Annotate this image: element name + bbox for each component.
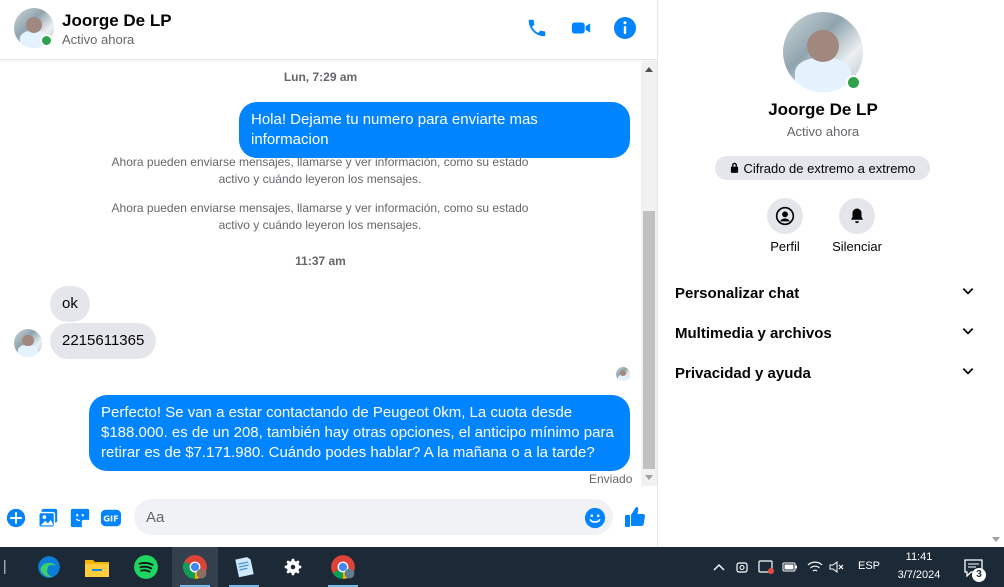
clock-date[interactable]: 3/7/2024 [889, 569, 949, 581]
info-contact-name: Joorge De LP [768, 100, 878, 119]
contact-status: Activo ahora [62, 32, 135, 47]
wifi-icon[interactable] [807, 559, 823, 575]
conversation-info-panel: Joorge De LP Activo ahora Cifrado de ext… [658, 0, 988, 547]
system-message: Ahora pueden enviarse mensajes, llamarse… [111, 201, 529, 232]
mute-label: Silenciar [832, 239, 882, 254]
system-message: Ahora pueden enviarse mensajes, llamarse… [111, 155, 529, 186]
screen-capture-icon[interactable] [758, 559, 774, 575]
chrome-profile-icon[interactable] [320, 547, 366, 587]
seen-receipt-avatar [616, 367, 630, 381]
battery-icon[interactable] [782, 559, 798, 575]
thumbs-up-icon[interactable] [623, 505, 647, 529]
gif-icon[interactable]: GIF [100, 507, 122, 529]
incoming-message[interactable]: ok [50, 286, 90, 322]
message-list[interactable]: Lun, 7:29 am Hola! Dejame tu numero para… [0, 61, 641, 486]
chat-header: Joorge De LP Activo ahora [0, 0, 657, 60]
sticker-icon[interactable] [69, 507, 91, 529]
chevron-up-icon[interactable] [711, 559, 727, 575]
sent-status: Enviado [589, 472, 633, 486]
message-input[interactable] [134, 499, 613, 535]
volume-muted-icon[interactable] [829, 559, 845, 575]
scroll-down-arrow-icon[interactable] [645, 475, 653, 480]
chrome-icon[interactable] [172, 547, 218, 587]
incoming-message[interactable]: 2215611365 [50, 323, 157, 359]
info-contact-status: Activo ahora [786, 124, 860, 139]
bell-icon [851, 208, 863, 224]
section-media-files[interactable]: Multimedia y archivos [675, 318, 975, 348]
chevron-down-icon [961, 284, 975, 302]
section-label: Multimedia y archivos [675, 324, 832, 342]
e2e-encryption-badge[interactable]: Cifrado de extremo a extremo [715, 156, 930, 180]
scroll-thumb[interactable] [643, 211, 655, 469]
outgoing-message[interactable]: Perfecto! Se van a estar contactando de … [89, 395, 630, 471]
meet-now-icon[interactable] [734, 559, 750, 575]
info-icon[interactable] [613, 16, 637, 40]
settings-gear-icon[interactable] [270, 547, 316, 587]
clock-time[interactable]: 11:41 [893, 551, 945, 563]
image-icon[interactable] [37, 507, 59, 529]
spotify-icon[interactable] [123, 547, 169, 587]
chevron-down-icon [961, 364, 975, 382]
scroll-down-arrow-icon[interactable] [992, 537, 1000, 542]
scroll-up-arrow-icon[interactable] [645, 67, 653, 72]
sender-avatar[interactable] [14, 329, 42, 357]
profile-button[interactable] [767, 198, 803, 234]
outgoing-message[interactable]: Hola! Dejame tu numero para enviarte mas… [239, 102, 630, 158]
file-explorer-icon[interactable] [74, 547, 120, 587]
section-label: Privacidad y ayuda [675, 364, 811, 382]
svg-text:GIF: GIF [103, 514, 118, 524]
profile-label: Perfil [770, 239, 800, 254]
notification-count-badge: 3 [972, 568, 986, 582]
messages-scrollbar[interactable] [641, 61, 657, 486]
messenger-window: Joorge De LP Activo ahora Lun, 7:29 am H… [0, 0, 1004, 547]
notepad-app-icon[interactable] [221, 547, 267, 587]
timestamp-divider: 11:37 am [295, 254, 346, 268]
e2e-label: Cifrado de extremo a extremo [743, 160, 916, 176]
lock-icon [730, 161, 739, 176]
video-call-icon[interactable] [569, 16, 593, 40]
info-panel-scrollbar[interactable] [988, 0, 1004, 547]
timestamp-divider: Lun, 7:29 am [283, 70, 358, 84]
emoji-icon[interactable] [584, 507, 606, 529]
chevron-down-icon [961, 324, 975, 342]
taskbar-handle[interactable] [0, 547, 10, 587]
mute-button[interactable] [839, 198, 875, 234]
phone-call-icon[interactable] [525, 16, 549, 40]
contact-name[interactable]: Joorge De LP [62, 11, 172, 31]
profile-icon [775, 206, 795, 226]
section-customize-chat[interactable]: Personalizar chat [675, 278, 975, 308]
section-privacy-help[interactable]: Privacidad y ayuda [675, 358, 975, 388]
input-language[interactable]: ESP [856, 560, 882, 572]
online-indicator [40, 34, 53, 47]
plus-icon[interactable] [5, 507, 27, 529]
online-indicator [846, 75, 861, 90]
section-label: Personalizar chat [675, 284, 800, 302]
edge-browser-icon[interactable] [26, 547, 72, 587]
